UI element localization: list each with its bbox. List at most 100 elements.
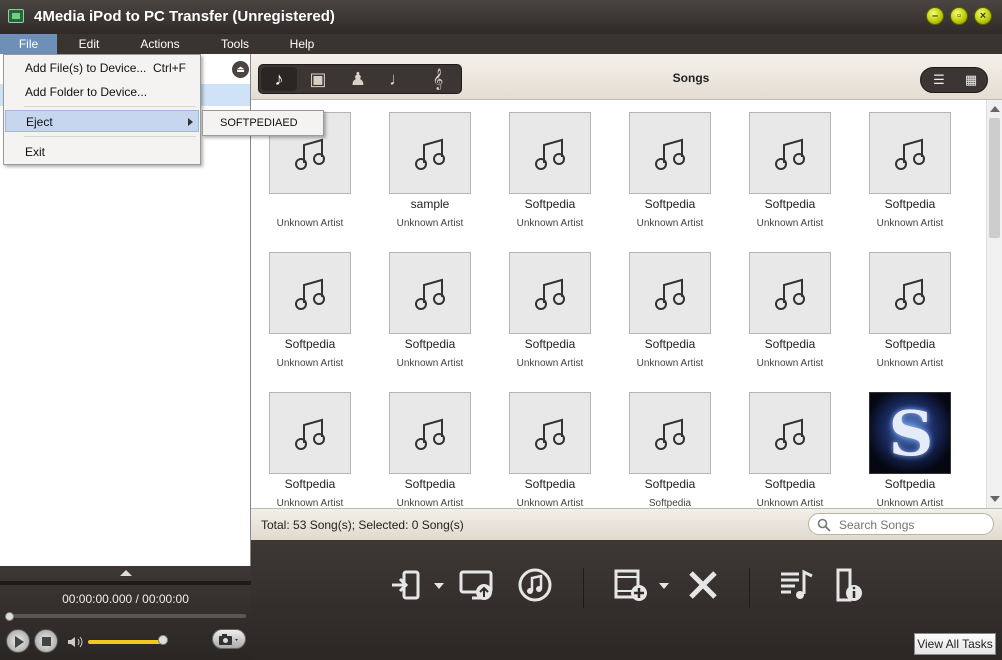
snapshot-button[interactable] [212,629,246,649]
scroll-down-icon[interactable] [990,496,1000,502]
song-thumbnail [269,392,351,474]
menu-file[interactable]: File [0,34,57,54]
song-title: Softpedia [524,337,576,351]
song-item[interactable]: Softpedia Unknown Artist [365,380,485,508]
music-note-icon [535,138,565,170]
volume-knob[interactable] [158,635,168,645]
add-dropdown-icon[interactable] [659,583,669,589]
song-item[interactable]: Softpedia Unknown Artist [251,380,365,508]
song-artist: Unknown Artist [276,358,344,369]
section-title: Songs [672,71,710,85]
stop-button[interactable] [34,629,58,653]
music-note-icon [895,278,925,310]
export-to-itunes-button[interactable] [458,566,496,604]
song-thumbnail [629,112,711,194]
scroll-up-icon[interactable] [990,106,1000,112]
song-title: Softpedia [884,477,936,491]
close-button[interactable]: × [974,7,992,25]
menu-add-folder[interactable]: Add Folder to Device... [5,81,199,103]
song-item[interactable]: Softpedia Unknown Artist [365,240,485,380]
vertical-scrollbar[interactable] [986,100,1002,508]
delete-button[interactable] [684,566,722,604]
search-box[interactable] [808,513,994,535]
search-input[interactable] [839,517,989,533]
song-item[interactable]: Softpedia Unknown Artist [485,240,605,380]
view-all-tasks-button[interactable]: View All Tasks [914,633,996,655]
add-to-playlist-button[interactable] [778,566,816,604]
song-item[interactable]: Softpedia Unknown Artist [485,100,605,240]
scroll-thumb[interactable] [989,118,1000,238]
submenu-arrow-icon [188,118,193,126]
maximize-button[interactable]: ▫ [950,7,968,25]
song-item[interactable]: Softpedia Unknown Artist [725,100,845,240]
menu-exit[interactable]: Exit [5,141,199,163]
camera-icon [219,634,238,645]
player-panel: 00:00:00.000 / 00:00:00 [0,566,251,660]
add-file-button[interactable] [612,566,650,604]
song-title: Softpedia [644,197,696,211]
song-thumbnail [629,392,711,474]
song-artist: Unknown Artist [876,218,944,229]
menu-add-files-label: Add File(s) to Device... [25,61,147,75]
app-icon [8,9,24,23]
song-thumbnail [389,252,471,334]
player-divider [0,581,251,585]
list-view-icon[interactable]: ☰ [925,70,953,90]
device-info-button[interactable] [830,566,868,604]
menu-eject[interactable]: Eject [5,110,199,132]
song-item[interactable]: Softpedia Unknown Artist [845,240,965,380]
song-item[interactable]: S Softpedia Unknown Artist [845,380,965,508]
music-note-icon [295,278,325,310]
song-title: Softpedia [764,337,816,351]
song-title: Softpedia [884,337,936,351]
bottom-toolbar: View All Tasks [251,540,1002,660]
menu-add-files[interactable]: Add File(s) to Device... Ctrl+F [5,57,199,79]
itunes-button[interactable] [516,566,554,604]
song-title: Softpedia [404,477,456,491]
song-thumbnail [509,392,591,474]
song-item[interactable]: Softpedia Unknown Artist [485,380,605,508]
song-thumbnail [749,252,831,334]
export-dropdown-icon[interactable] [434,583,444,589]
album-art-letter: S [888,397,934,470]
song-item[interactable]: sample Unknown Artist [365,100,485,240]
export-to-pc-button[interactable] [388,566,426,604]
menu-actions[interactable]: Actions [130,34,190,54]
song-item[interactable]: Softpedia Unknown Artist [251,240,365,380]
eject-icon[interactable]: ⏏ [232,61,249,78]
volume-slider[interactable] [88,640,162,644]
collapse-arrow-icon[interactable] [120,570,132,576]
music-note-icon [295,418,325,450]
song-item[interactable]: Softpedia Unknown Artist [605,100,725,240]
song-item[interactable]: Softpedia Unknown Artist [725,240,845,380]
toolbar-separator [583,568,584,608]
menu-edit[interactable]: Edit [66,34,112,54]
song-thumbnail [389,112,471,194]
minimize-button[interactable]: – [926,7,944,25]
song-item[interactable]: Softpedia Unknown Artist [725,380,845,508]
music-note-icon [295,138,325,170]
song-item[interactable]: Softpedia Unknown Artist [605,240,725,380]
song-artist: Unknown Artist [396,358,464,369]
song-count-status: Total: 53 Song(s); Selected: 0 Song(s) [261,518,464,532]
play-button[interactable] [6,629,30,653]
song-thumbnail [269,252,351,334]
album-art: S [869,392,951,474]
music-note-icon [415,138,445,170]
eject-device-item[interactable]: SOFTPEDIAED [220,117,298,129]
menu-help[interactable]: Help [280,34,324,54]
song-artist: Unknown Artist [276,498,344,508]
song-title: Softpedia [644,477,696,491]
seek-knob[interactable] [5,612,14,621]
song-item[interactable]: Softpedia Unknown Artist [845,100,965,240]
song-artist: Unknown Artist [636,358,704,369]
toolbar-separator [749,568,750,608]
song-item[interactable]: Softpedia Softpedia [605,380,725,508]
add-video-icon [614,569,647,601]
transfer-to-computer-icon [459,570,493,600]
music-note-icon [775,278,805,310]
seek-bar[interactable] [8,614,246,618]
grid-view-icon[interactable]: ▦ [957,70,985,90]
menu-tools[interactable]: Tools [212,34,258,54]
music-note-icon [655,278,685,310]
